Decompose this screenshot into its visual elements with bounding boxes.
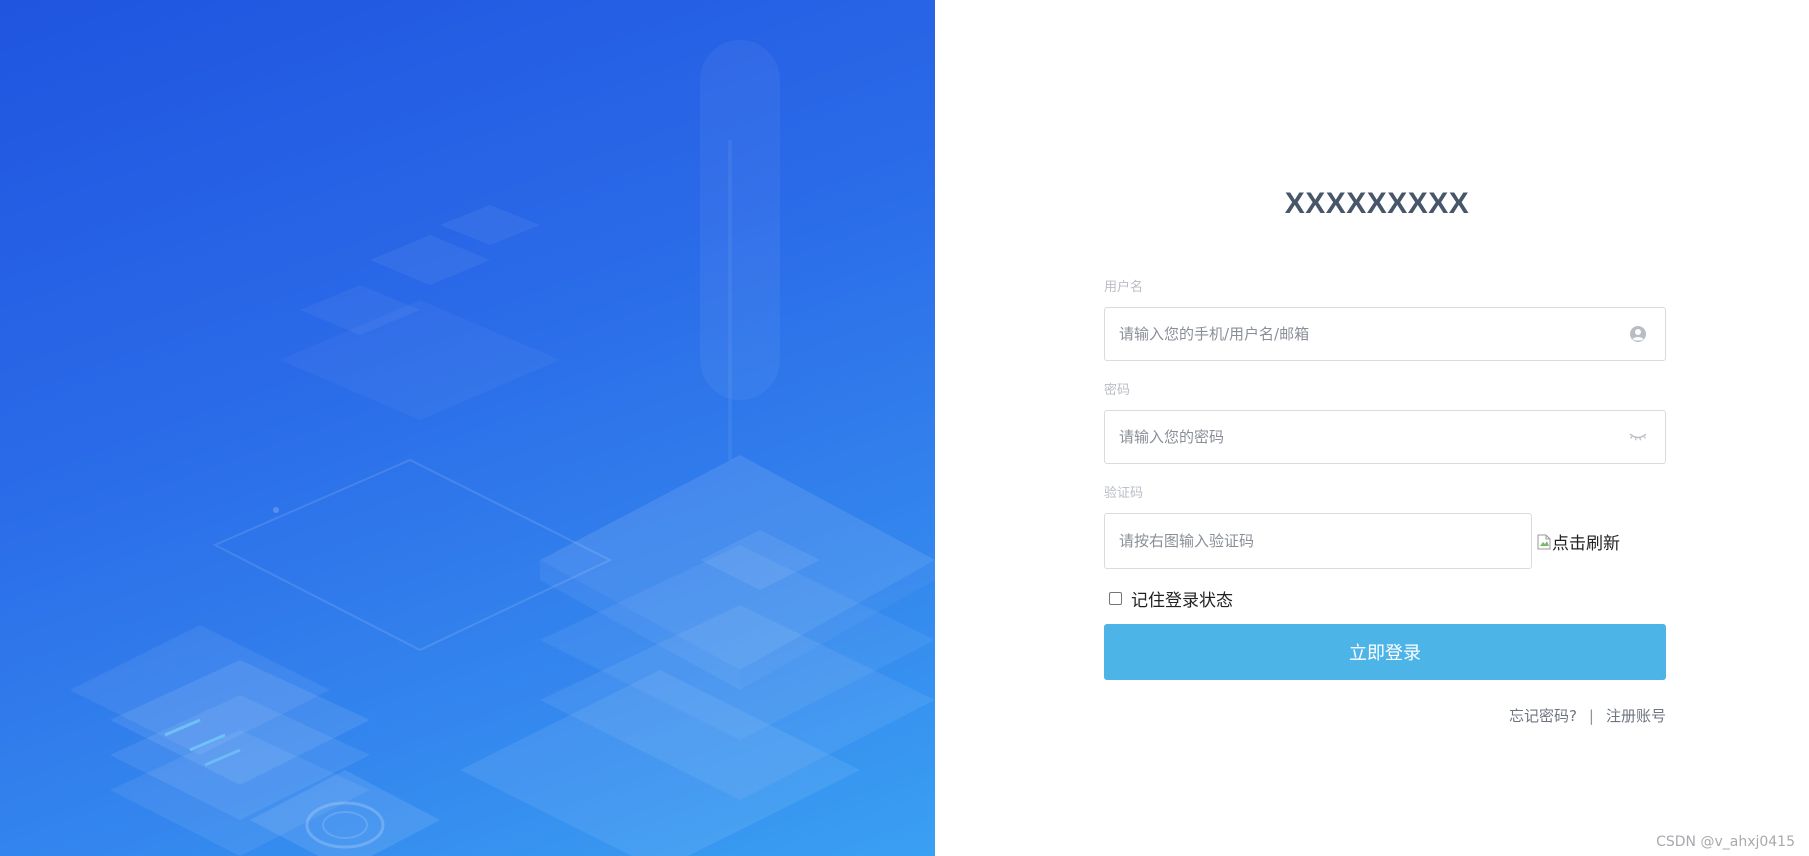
watermark: CSDN @v_ahxj0415 xyxy=(1656,834,1795,850)
link-separator: | xyxy=(1588,706,1594,725)
login-panel: XXXXXXXXX 用户名 密码 xyxy=(935,0,1809,856)
captcha-input[interactable] xyxy=(1105,514,1531,568)
isometric-illustration xyxy=(70,40,935,856)
forgot-password-link[interactable]: 忘记密码? xyxy=(1509,705,1577,726)
captcha-image[interactable]: 点击刷新 xyxy=(1537,529,1620,554)
username-input[interactable] xyxy=(1105,308,1665,360)
login-button[interactable]: 立即登录 xyxy=(1104,624,1666,680)
captcha-label: 验证码 xyxy=(1104,486,1144,501)
captcha-image-alt: 点击刷新 xyxy=(1552,534,1620,554)
password-field-box xyxy=(1104,410,1666,464)
captcha-field-box xyxy=(1104,513,1532,569)
user-icon xyxy=(1628,324,1648,344)
eye-closed-icon[interactable] xyxy=(1628,427,1648,447)
username-label: 用户名 xyxy=(1104,280,1144,295)
register-link[interactable]: 注册账号 xyxy=(1606,705,1666,726)
login-form: 用户名 密码 xyxy=(1104,279,1666,726)
broken-image-icon xyxy=(1537,534,1551,550)
login-page: XXXXXXXXX 用户名 密码 xyxy=(0,0,1809,856)
remember-label: 记住登录状态 xyxy=(1131,590,1233,611)
captcha-row: 点击刷新 xyxy=(1104,513,1666,569)
account-links: 忘记密码? | 注册账号 xyxy=(1104,705,1666,726)
remember-row: 记住登录状态 xyxy=(1104,583,1666,613)
username-field-box xyxy=(1104,307,1666,361)
password-input[interactable] xyxy=(1105,411,1665,463)
login-title: XXXXXXXXX xyxy=(1284,187,1470,220)
left-illustration-panel xyxy=(0,0,935,856)
remember-checkbox[interactable] xyxy=(1109,591,1122,605)
password-label: 密码 xyxy=(1104,383,1131,398)
